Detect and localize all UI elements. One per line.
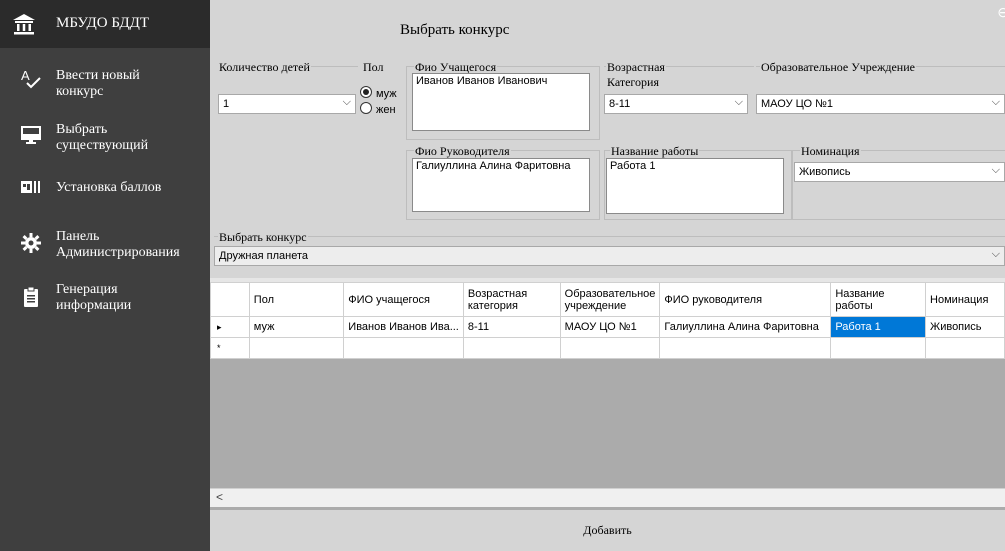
- table-cell[interactable]: [248, 337, 345, 359]
- contest-label: Выбрать конкурс: [218, 230, 308, 245]
- children-count-select[interactable]: 1 ⌵: [218, 94, 356, 114]
- table-cell[interactable]: Галиуллина Алина Фаритовна: [659, 316, 832, 338]
- work-title-label: Название работы: [610, 144, 700, 159]
- work-title-input[interactable]: Работа 1: [606, 158, 784, 214]
- column-header-nomination[interactable]: Номинация: [925, 282, 1005, 317]
- scoreboard-icon: [21, 181, 40, 193]
- table-cell[interactable]: МАОУ ЦО №1: [559, 316, 661, 338]
- student-name-value: Иванов Иванов Иванович: [416, 75, 548, 87]
- table-cell[interactable]: [559, 337, 661, 359]
- age-category-label: Возрастная Категория: [606, 60, 666, 90]
- gender-radio-male[interactable]: муж: [360, 86, 397, 100]
- age-category-value: 8-11: [609, 98, 631, 110]
- table-cell[interactable]: [830, 337, 927, 359]
- supervisor-name-label: Фио Руководителя: [414, 144, 511, 159]
- table-cell[interactable]: муж: [248, 316, 345, 338]
- column-header-gender[interactable]: Пол: [248, 282, 345, 317]
- sidebar-item-label: Генерация информации: [56, 282, 132, 313]
- bottom-bar: Добавить: [210, 510, 1005, 551]
- column-header-student[interactable]: ФИО учащегося: [343, 282, 464, 317]
- table-header-row: Пол ФИО учащегося Возрастная категория О…: [210, 282, 1005, 317]
- table-row[interactable]: ▸ муж Иванов Иванов Ива... 8-11 МАОУ ЦО …: [210, 316, 1005, 338]
- clipboard-icon: [24, 286, 38, 307]
- gear-icon: [21, 233, 41, 253]
- institution-label: Образовательное Учреждение: [760, 60, 916, 75]
- sidebar-item-select-existing[interactable]: Выбрать существующий: [0, 116, 210, 172]
- gender-option-female: жен: [376, 104, 396, 116]
- work-title-value: Работа 1: [610, 160, 656, 172]
- table-cell[interactable]: Иванов Иванов Ива...: [343, 316, 464, 338]
- age-category-select[interactable]: 8-11 ⌵: [604, 94, 748, 114]
- sidebar-item-label: Установка баллов: [56, 180, 162, 195]
- chevron-down-icon: ⌵: [991, 164, 1000, 176]
- app-title: МБУДО БДДТ: [56, 15, 150, 31]
- sidebar-item-generate-info[interactable]: Генерация информации: [0, 278, 210, 334]
- bank-icon: [13, 14, 35, 35]
- svg-text:A: A: [21, 68, 30, 83]
- nomination-value: Живопись: [799, 166, 851, 178]
- column-header-supervisor[interactable]: ФИО руководителя: [659, 282, 832, 317]
- column-header-age[interactable]: Возрастная категория: [462, 282, 561, 317]
- table-cell[interactable]: [462, 337, 561, 359]
- results-table: Пол ФИО учащегося Возрастная категория О…: [210, 282, 1005, 359]
- table-cell[interactable]: [343, 337, 464, 359]
- sidebar-header: МБУДО БДДТ: [0, 0, 210, 48]
- main-panel: Выбрать конкурс ⊖ Количество детей 1 ⌵ П…: [210, 0, 1005, 551]
- chevron-down-icon: ⌵: [991, 248, 1000, 260]
- table-cell[interactable]: [925, 337, 1005, 359]
- supervisor-name-value: Галиуллина Алина Фаритовна: [416, 160, 571, 172]
- spell-check-icon: A: [21, 68, 41, 89]
- chevron-down-icon: ⌵: [734, 96, 743, 108]
- sidebar: МБУДО БДДТ A Ввести новый конкурс Выбрат…: [0, 0, 210, 551]
- gender-label: Пол: [362, 60, 385, 75]
- chevron-down-icon: ⌵: [342, 96, 351, 108]
- sidebar-item-admin-panel[interactable]: Панель Администрирования: [0, 222, 210, 278]
- gender-option-male: муж: [376, 88, 397, 100]
- table-cell[interactable]: Живопись: [925, 316, 1005, 338]
- sidebar-item-scoring[interactable]: Установка баллов: [0, 166, 210, 222]
- add-button[interactable]: Добавить: [210, 510, 1005, 551]
- column-header-work-title[interactable]: Название работы: [830, 282, 927, 317]
- form-panel: Выбрать конкурс ⊖ Количество детей 1 ⌵ П…: [210, 0, 1005, 278]
- sidebar-item-new-contest[interactable]: A Ввести новый конкурс: [0, 60, 210, 116]
- student-name-input[interactable]: Иванов Иванов Иванович: [412, 73, 590, 131]
- children-count-label: Количество детей: [218, 60, 311, 75]
- institution-select[interactable]: МАОУ ЦО №1 ⌵: [756, 94, 1005, 114]
- minimize-icon[interactable]: ⊖: [997, 4, 1005, 21]
- supervisor-name-input[interactable]: Галиуллина Алина Фаритовна: [412, 158, 590, 212]
- institution-value: МАОУ ЦО №1: [761, 98, 834, 110]
- contest-value: Дружная планета: [219, 250, 308, 262]
- table-cell[interactable]: [659, 337, 832, 359]
- gender-radio-female[interactable]: жен: [360, 102, 396, 116]
- sidebar-item-label: Ввести новый конкурс: [56, 68, 140, 99]
- sidebar-item-label: Выбрать существующий: [56, 122, 149, 153]
- contest-select[interactable]: Дружная планета ⌵: [214, 246, 1005, 266]
- table-cell-selected[interactable]: Работа 1: [830, 316, 927, 338]
- nomination-select[interactable]: Живопись ⌵: [794, 162, 1005, 182]
- sidebar-item-label: Панель Администрирования: [56, 229, 180, 260]
- new-row-marker-icon: *: [210, 337, 250, 359]
- column-header-institution[interactable]: Образовательное учреждение: [559, 282, 661, 317]
- row-header-corner: [210, 282, 250, 317]
- current-row-marker-icon: ▸: [210, 316, 250, 338]
- table-cell[interactable]: 8-11: [462, 316, 561, 338]
- table-new-row[interactable]: *: [210, 337, 1005, 359]
- nomination-label: Номинация: [800, 144, 861, 159]
- monitor-icon: [21, 126, 41, 144]
- form-title: Выбрать конкурс: [400, 22, 510, 38]
- radio-selected-icon: [360, 86, 372, 98]
- horizontal-scrollbar[interactable]: <: [210, 488, 1005, 507]
- children-count-value: 1: [223, 98, 230, 110]
- radio-empty-icon: [360, 102, 372, 114]
- data-grid: Пол ФИО учащегося Возрастная категория О…: [210, 282, 1005, 510]
- chevron-down-icon: ⌵: [991, 96, 1000, 108]
- chevron-left-icon[interactable]: <: [216, 490, 223, 504]
